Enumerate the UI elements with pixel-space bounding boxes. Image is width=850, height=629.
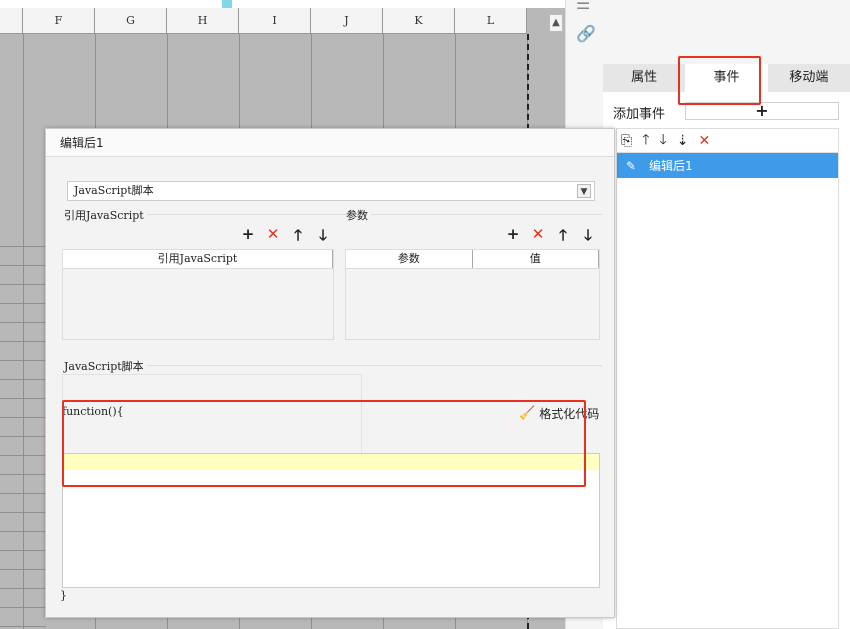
add-event-button[interactable]: + (685, 102, 839, 120)
event-item-label: 编辑后1 (649, 159, 693, 173)
script-section-title: JavaScript脚本 (64, 358, 147, 374)
column-header[interactable]: 值 (473, 250, 599, 268)
column-header[interactable]: K (383, 8, 455, 34)
add-icon[interactable]: + (241, 225, 255, 250)
column-header[interactable]: L (455, 8, 527, 34)
move-up-icon[interactable]: 🡑 (556, 225, 570, 250)
move-up-icon[interactable]: 🡑 (642, 129, 649, 153)
move-down-icon[interactable]: 🡓 (581, 225, 595, 250)
ref-js-tools: + ✕ 🡑 🡓 (241, 225, 330, 250)
column-header-row: F G H I J K L (0, 8, 527, 34)
event-edit-dialog: 编辑后1 JavaScript脚本 ▼ 引用JavaScript 参数 + ✕ … (45, 128, 615, 618)
event-type-value: JavaScript脚本 (74, 184, 154, 197)
params-section-title: 参数 (346, 207, 371, 223)
panel-top-area (603, 0, 850, 64)
sort-icon[interactable]: ⇣ (677, 133, 689, 149)
sheet-row-lines (0, 246, 46, 629)
delete-icon[interactable]: ✕ (266, 225, 280, 250)
event-item[interactable]: ✎ 编辑后1 (617, 153, 838, 178)
move-up-icon[interactable]: 🡑 (291, 225, 305, 250)
column-header[interactable]: F (23, 8, 95, 34)
chevron-down-icon[interactable]: ▼ (577, 184, 591, 198)
params-tools: + ✕ 🡑 🡓 (506, 225, 595, 250)
broom-icon: 🧹 (519, 406, 536, 421)
column-header[interactable]: 参数 (346, 250, 473, 268)
move-down-icon[interactable]: 🡓 (316, 225, 330, 250)
column-header[interactable]: I (239, 8, 311, 34)
property-panel: 属性 事件 移动端 添加事件 + ⎘ 🡑 🡓 ⇣ ✕ ✎ 编辑后1 (603, 0, 850, 629)
column-header[interactable]: H (167, 8, 239, 34)
pencil-icon: ✎ (625, 158, 637, 173)
code-function-close: } (60, 589, 67, 602)
cell-marker (222, 0, 232, 8)
ref-js-table[interactable]: 引用JavaScript (62, 249, 334, 340)
link-icon[interactable]: 🔗 (576, 24, 596, 43)
table-header: 引用JavaScript (63, 250, 333, 269)
ref-js-section-title: 引用JavaScript (64, 207, 147, 223)
code-function-open: function(){ (62, 405, 124, 418)
column-header[interactable]: 引用JavaScript (63, 250, 333, 268)
dialog-title: 编辑后1 (46, 129, 614, 157)
script-editor[interactable] (62, 453, 600, 588)
add-event-label: 添加事件 (613, 107, 666, 122)
add-event-row: 添加事件 + (613, 102, 843, 122)
tab-mobile[interactable]: 移动端 (768, 64, 850, 92)
sheet-topbar (0, 0, 565, 8)
move-down-icon[interactable]: 🡓 (659, 129, 666, 153)
current-line-highlight (63, 454, 599, 470)
format-code-button[interactable]: 🧹 格式化代码 (519, 405, 599, 422)
column-header[interactable]: G (95, 8, 167, 34)
copy-icon[interactable]: ⎘ (621, 133, 632, 149)
delete-icon[interactable]: ✕ (531, 225, 545, 250)
corner-header (0, 8, 23, 34)
add-icon[interactable]: + (506, 225, 520, 250)
tab-events[interactable]: 事件 (685, 64, 768, 92)
event-toolbar: ⎘ 🡑 🡓 ⇣ ✕ (616, 128, 839, 152)
event-list: ✎ 编辑后1 (616, 152, 839, 629)
table-header: 参数 值 (346, 250, 599, 269)
format-code-label: 格式化代码 (539, 407, 600, 421)
event-type-select[interactable]: JavaScript脚本 ▼ (67, 181, 595, 201)
panel-tabs: 属性 事件 移动端 (603, 64, 850, 92)
tab-properties[interactable]: 属性 (603, 64, 685, 92)
layers-icon[interactable]: ☰ (576, 0, 590, 13)
params-table[interactable]: 参数 值 (345, 249, 600, 340)
scroll-up-button[interactable]: ▲ (549, 14, 563, 32)
column-header[interactable]: J (311, 8, 383, 34)
delete-icon[interactable]: ✕ (699, 133, 711, 149)
